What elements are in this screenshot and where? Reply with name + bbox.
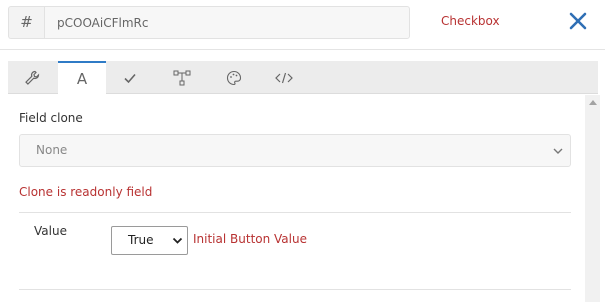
triangle-up-icon	[588, 100, 597, 105]
tab-style[interactable]	[210, 61, 258, 94]
tab-general[interactable]	[8, 61, 56, 94]
text-icon: A	[76, 70, 88, 88]
hierarchy-icon	[173, 70, 191, 85]
hash-prefix: #	[8, 6, 44, 39]
tab-hierarchy[interactable]	[158, 61, 206, 94]
divider	[19, 212, 571, 213]
field-clone-value: None	[36, 143, 68, 157]
wrench-icon	[25, 70, 40, 85]
field-clone-label: Field clone	[19, 111, 83, 125]
field-id-input[interactable]	[44, 6, 410, 39]
close-button[interactable]	[567, 10, 589, 32]
scroll-up-arrow[interactable]	[585, 99, 600, 109]
chevron-down-icon	[172, 237, 183, 244]
settings-panel: Field clone None Clone is readonly field…	[8, 95, 585, 302]
tab-validation[interactable]	[106, 61, 154, 94]
value-select[interactable]: True	[111, 226, 188, 255]
close-icon	[569, 12, 587, 30]
tab-text[interactable]: A	[58, 61, 106, 95]
field-clone-select[interactable]: None	[19, 134, 571, 167]
check-icon	[124, 73, 136, 83]
scrollbar[interactable]	[585, 95, 600, 302]
chevron-down-icon	[553, 148, 563, 154]
field-type-label: Checkbox	[441, 14, 500, 28]
value-hint: Initial Button Value	[193, 232, 307, 246]
palette-icon	[226, 70, 242, 85]
clone-readonly-warning: Clone is readonly field	[19, 185, 153, 199]
field-id-group: #	[8, 6, 410, 39]
tab-code[interactable]	[260, 61, 308, 94]
divider	[19, 289, 571, 290]
settings-tabs: A	[8, 61, 598, 95]
code-icon	[275, 72, 293, 83]
value-selected: True	[128, 233, 154, 247]
value-label: Value	[34, 224, 67, 238]
header-bar: # Checkbox	[0, 0, 605, 50]
